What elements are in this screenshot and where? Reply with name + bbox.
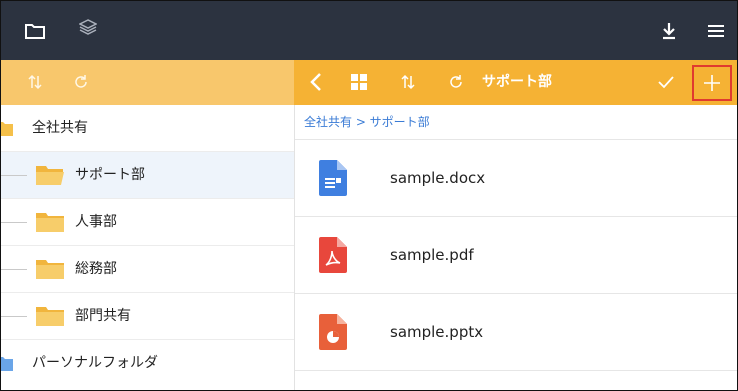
tree-item-label: 人事部 <box>75 214 117 230</box>
add-button[interactable] <box>692 65 732 101</box>
plus-icon <box>702 73 722 93</box>
back-chevron-icon[interactable] <box>306 71 326 93</box>
tree-connector <box>1 222 27 223</box>
breadcrumb[interactable]: 全社共有 > サポート部 <box>304 105 430 139</box>
tree-item-label: 部門共有 <box>75 308 131 324</box>
tree-item-jinji[interactable]: 人事部 <box>1 199 294 246</box>
tree-item-support[interactable]: サポート部 <box>1 152 294 199</box>
app-window: サポート部 全社共有 サポート部 人事部 総務部 部門共有 パーソナルフォルダ … <box>0 0 738 391</box>
tree-item-zensha-kyouyu[interactable]: 全社共有 <box>1 105 294 152</box>
file-row-pdf[interactable]: sample.pdf <box>295 217 737 294</box>
top-bar <box>1 1 737 60</box>
folder-tree: 全社共有 サポート部 人事部 総務部 部門共有 パーソナルフォルダ <box>1 105 294 390</box>
file-row-docx[interactable]: sample.docx <box>295 140 737 217</box>
layers-icon[interactable] <box>76 15 100 39</box>
tree-connector <box>1 316 27 317</box>
menu-icon[interactable] <box>703 19 729 43</box>
pdf-file-icon <box>319 237 347 277</box>
download-icon[interactable] <box>657 19 681 43</box>
tree-item-label: パーソナルフォルダ <box>32 355 158 371</box>
shared-folder-icon <box>1 119 13 137</box>
refresh-icon[interactable] <box>446 72 466 92</box>
tree-item-label: サポート部 <box>75 167 145 183</box>
tree-connector <box>1 175 27 176</box>
tree-item-bumon-kyouyu[interactable]: 部門共有 <box>1 293 294 340</box>
folder-icon <box>35 304 65 328</box>
file-row-pptx[interactable]: sample.pptx <box>295 294 737 371</box>
tree-item-personal[interactable]: パーソナルフォルダ <box>1 340 294 387</box>
sort-icon[interactable] <box>398 72 418 92</box>
check-icon[interactable] <box>655 72 677 92</box>
file-list-pane: 全社共有 > サポート部 sample.docx sample.pdf samp… <box>295 105 737 390</box>
file-name: sample.pptx <box>390 323 484 341</box>
folder-icon <box>35 210 65 234</box>
pptx-file-icon <box>319 314 347 354</box>
personal-folder-icon <box>1 354 13 372</box>
file-name: sample.docx <box>390 169 486 187</box>
tree-item-label: 総務部 <box>75 261 117 277</box>
folder-icon <box>35 257 65 281</box>
toolbar: サポート部 <box>1 60 737 105</box>
folder-open-icon <box>35 163 65 187</box>
tree-item-soumu[interactable]: 総務部 <box>1 246 294 293</box>
tree-connector <box>1 269 27 270</box>
folder-icon[interactable] <box>23 19 47 43</box>
refresh-icon[interactable] <box>71 72 91 92</box>
current-folder-title: サポート部 <box>482 74 552 90</box>
grid-view-icon[interactable] <box>349 72 369 92</box>
docx-file-icon <box>319 160 347 200</box>
tree-item-label: 全社共有 <box>32 120 88 136</box>
file-name: sample.pdf <box>390 246 474 264</box>
sort-icon[interactable] <box>25 72 45 92</box>
